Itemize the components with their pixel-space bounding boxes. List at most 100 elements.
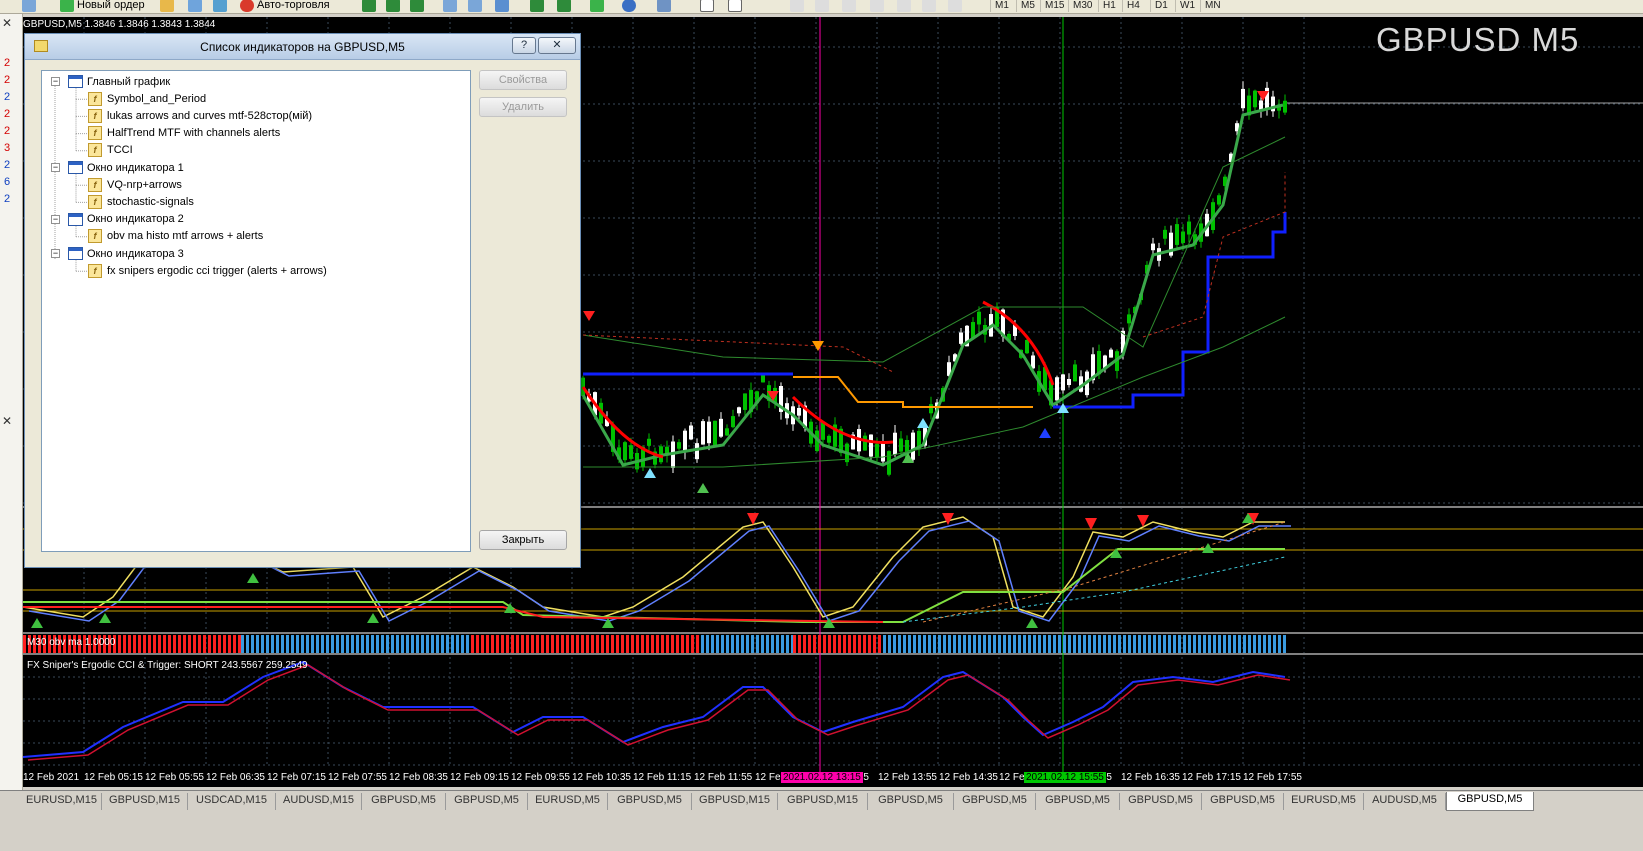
periods-icon[interactable]: [622, 0, 636, 13]
help-button[interactable]: ?: [512, 37, 536, 54]
collapse-icon[interactable]: −: [51, 163, 60, 172]
chart-tab[interactable]: GBPUSD,M15: [102, 793, 188, 810]
cursor-icon[interactable]: [700, 0, 714, 13]
tree-node-indicator[interactable]: f HalfTrend MTF with channels alerts: [88, 125, 280, 142]
fibo-icon[interactable]: [842, 0, 856, 13]
candle-chart-icon[interactable]: [386, 0, 400, 13]
candle-body: [725, 428, 729, 436]
chart-tab[interactable]: GBPUSD,M5: [868, 793, 954, 810]
chart-tab[interactable]: GBPUSD,M5: [954, 793, 1036, 810]
text-icon[interactable]: [897, 0, 911, 13]
obv-bar: [766, 635, 769, 653]
market-icon[interactable]: [188, 0, 202, 13]
timeframe-w1-button[interactable]: W1: [1175, 0, 1199, 12]
trendline-icon[interactable]: [815, 0, 829, 13]
indicator-tree[interactable]: − Главный график f Symbol_and_Period f lukas …: [41, 70, 471, 552]
obv-bar: [446, 635, 449, 653]
chart-tab[interactable]: GBPUSD,M5: [446, 793, 528, 810]
obv-bar: [1218, 635, 1221, 653]
obv-bar: [591, 635, 594, 653]
chart-tab[interactable]: EURUSD,M5: [528, 793, 608, 810]
line-chart-icon[interactable]: [410, 0, 424, 13]
tree-node-indicator[interactable]: f lukas arrows and curves mtf-528стор(мій…: [88, 107, 312, 124]
tree-node-window[interactable]: − Главный график: [51, 73, 170, 90]
timeframe-m30-button[interactable]: M30: [1068, 0, 1096, 12]
close-icon[interactable]: ✕: [2, 414, 16, 428]
timeframe-m15-button[interactable]: M15: [1040, 0, 1068, 12]
close-button[interactable]: Закрыть: [479, 530, 567, 550]
close-icon[interactable]: ✕: [2, 16, 16, 30]
autoscroll-icon[interactable]: [530, 0, 544, 13]
channel-icon[interactable]: [870, 0, 884, 13]
zoom-out-icon[interactable]: [468, 0, 482, 13]
chart-tab[interactable]: GBPUSD,M5: [1446, 792, 1534, 811]
timeframe-m5-button[interactable]: M5: [1016, 0, 1039, 12]
obv-bar: [671, 635, 674, 653]
dialog-titlebar[interactable]: Список индикаторов на GBPUSD,M5 ? ✕: [25, 34, 580, 60]
obv-bar: [973, 635, 976, 653]
chart-shift-icon[interactable]: [557, 0, 571, 13]
signals-icon[interactable]: [213, 0, 227, 13]
tree-node-indicator[interactable]: f VQ-nrp+arrows: [88, 176, 182, 193]
chart-tab[interactable]: USDCAD,M15: [188, 793, 276, 810]
tree-node-indicator[interactable]: f Symbol_and_Period: [88, 90, 206, 107]
collapse-icon[interactable]: −: [51, 77, 60, 86]
shapes-icon[interactable]: [948, 0, 962, 13]
tree-node-window[interactable]: − Окно индикатора 2: [51, 211, 184, 228]
tree-node-indicator[interactable]: f stochastic-signals: [88, 193, 194, 210]
tree-node-window[interactable]: − Окно индикатора 3: [51, 245, 184, 262]
timeframe-h1-button[interactable]: H1: [1098, 0, 1120, 12]
obv-bar: [1253, 635, 1256, 653]
delete-button[interactable]: Удалить: [479, 97, 567, 117]
collapse-icon[interactable]: −: [51, 249, 60, 258]
new-order-button[interactable]: Новый ордер: [60, 0, 145, 13]
obv-bar: [873, 635, 876, 653]
close-window-button[interactable]: ✕: [538, 37, 576, 54]
candle-body: [623, 442, 627, 461]
chart-tab[interactable]: AUDUSD,M15: [276, 793, 362, 810]
obv-bar: [238, 635, 241, 653]
chart-tab[interactable]: GBPUSD,M5: [1120, 793, 1202, 810]
metaeditor-icon[interactable]: [160, 0, 174, 13]
candle-body: [1163, 229, 1167, 239]
chart-tab[interactable]: EURUSD,M5: [1284, 793, 1364, 810]
chart-tab[interactable]: GBPUSD,M5: [608, 793, 692, 810]
chart-tab[interactable]: AUDUSD,M5: [1364, 793, 1446, 810]
crosshair-icon[interactable]: [728, 0, 742, 13]
obv-bar: [1173, 635, 1176, 653]
text-label-icon[interactable]: [922, 0, 936, 13]
timeframe-m1-button[interactable]: M1: [990, 0, 1013, 12]
candle-body: [761, 374, 765, 383]
collapse-icon[interactable]: −: [51, 214, 60, 224]
timeframe-d1-button[interactable]: D1: [1150, 0, 1172, 12]
timeframe-mn-button[interactable]: MN: [1200, 0, 1225, 12]
hline-icon[interactable]: [790, 0, 804, 13]
obv-bar: [183, 635, 186, 653]
tree-node-indicator[interactable]: f obv ma histo mtf arrows + alerts: [88, 228, 263, 245]
chart-tab[interactable]: GBPUSD,M5: [1036, 793, 1120, 810]
time-axis-label: 12 Feb 2021: [23, 772, 80, 783]
tree-node-window[interactable]: − Окно индикатора 1: [51, 159, 184, 176]
chart-tab[interactable]: GBPUSD,M5: [1202, 793, 1284, 810]
chart-tab[interactable]: EURUSD,M15: [22, 793, 102, 810]
status-bar: [0, 812, 1643, 851]
chart-tab[interactable]: GBPUSD,M5: [362, 793, 446, 810]
zoom-in-icon[interactable]: [443, 0, 457, 13]
tile-windows-icon[interactable]: [495, 0, 509, 13]
zoom-icon[interactable]: [22, 0, 36, 13]
indicators-icon[interactable]: [590, 0, 604, 13]
tree-node-indicator[interactable]: f fx snipers ergodic cci trigger (alerts …: [88, 262, 327, 279]
chart-tab[interactable]: GBPUSD,M15: [778, 793, 868, 810]
obv-bar: [1108, 635, 1111, 653]
bar-chart-icon[interactable]: [362, 0, 376, 13]
obv-bar: [286, 635, 289, 653]
chart-tab[interactable]: GBPUSD,M15: [692, 793, 778, 810]
candle-body: [863, 435, 867, 451]
timeframe-h4-button[interactable]: H4: [1122, 0, 1144, 12]
autotrading-button[interactable]: Авто-торговля: [240, 0, 330, 13]
time-axis-label: 12 Feb 17:15: [1182, 772, 1241, 783]
templates-icon[interactable]: [657, 0, 671, 13]
properties-button[interactable]: Свойства: [479, 70, 567, 90]
tree-node-indicator[interactable]: f TCCI: [88, 142, 133, 159]
side-counter: 2: [3, 194, 11, 206]
